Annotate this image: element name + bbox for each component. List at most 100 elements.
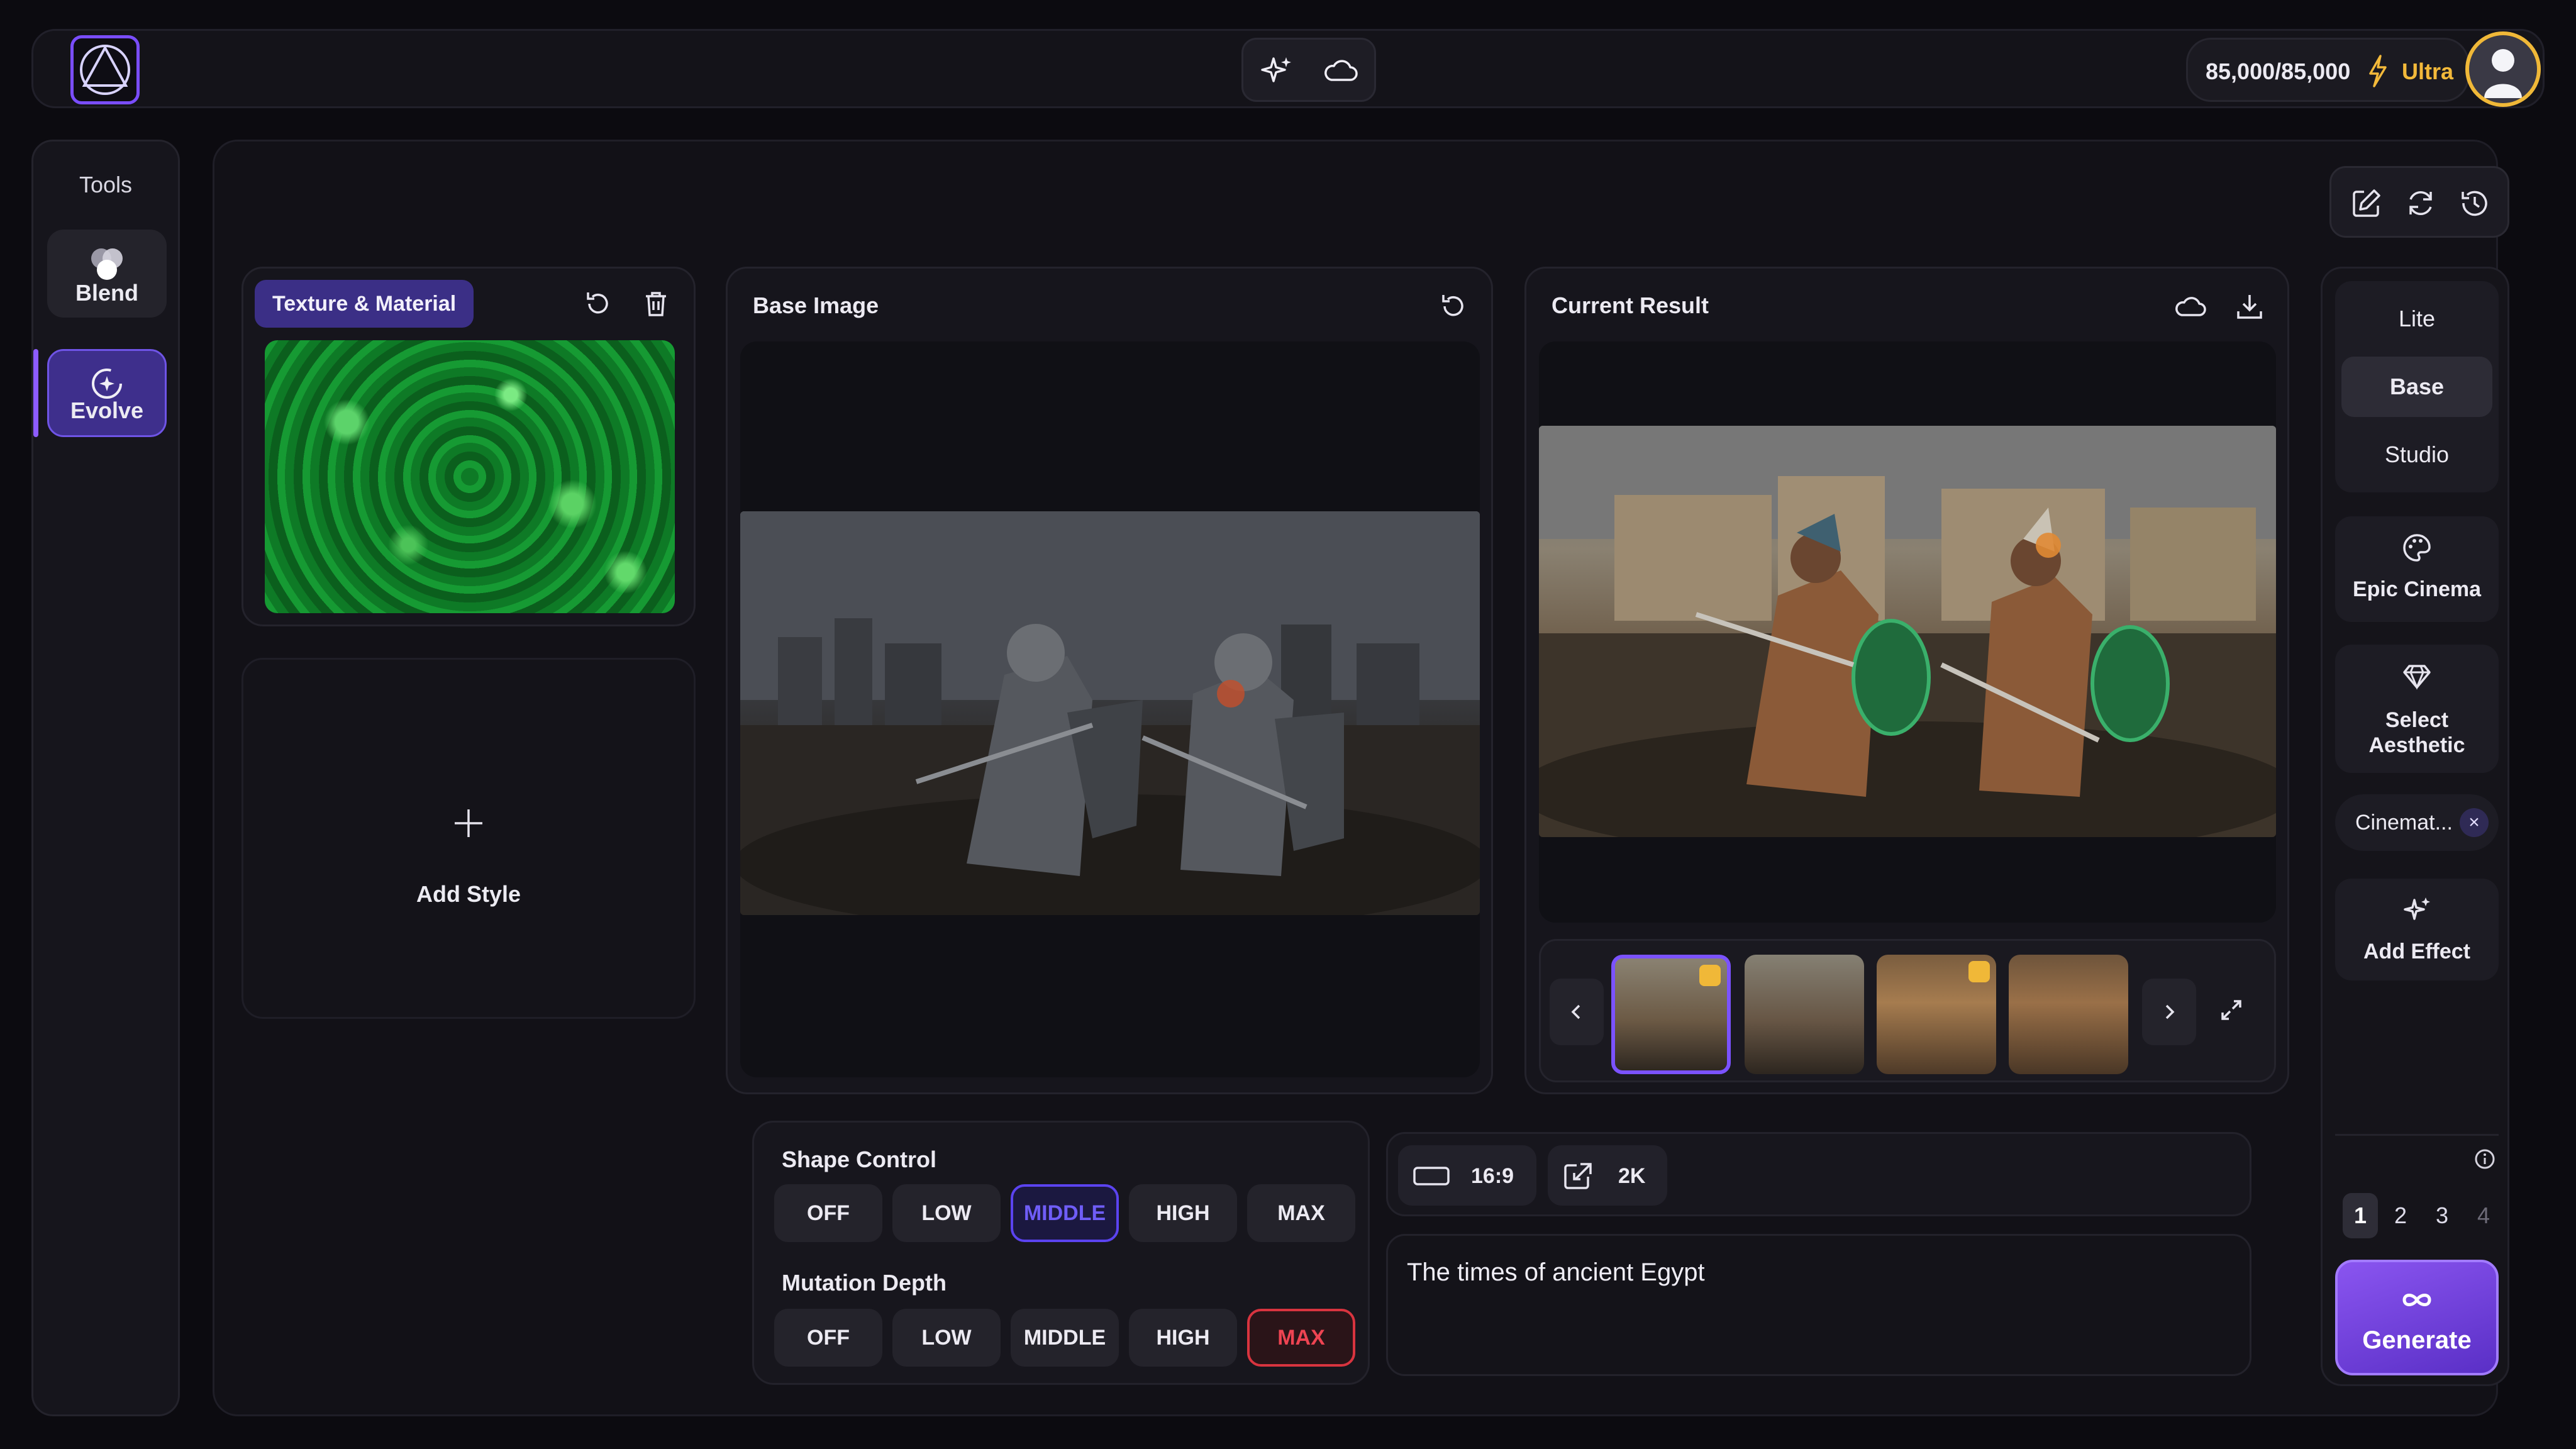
shape-option-off[interactable]: OFF	[774, 1184, 882, 1242]
base-image-title: Base Image	[753, 292, 879, 318]
quality-lite[interactable]: Lite	[2341, 289, 2492, 349]
mutation-option-off[interactable]: OFF	[774, 1309, 882, 1367]
shape-option-low[interactable]: LOW	[892, 1184, 1001, 1242]
generation-controls: Shape Control OFF LOW MIDDLE HIGH MAX Mu…	[752, 1121, 1370, 1385]
tool-evolve[interactable]: Evolve	[47, 349, 167, 437]
shape-option-high[interactable]: HIGH	[1129, 1184, 1237, 1242]
trash-icon[interactable]	[640, 287, 672, 320]
diamond-icon	[2335, 660, 2499, 692]
next-button[interactable]	[2142, 979, 2196, 1045]
page-4[interactable]: 4	[2466, 1193, 2501, 1238]
current-result-card: Current Result	[1524, 267, 2289, 1094]
right-sidebar: Lite Base Studio Epic Cinema Select Aest…	[2321, 267, 2509, 1386]
infinity-icon	[2338, 1287, 2496, 1313]
mutation-option-high[interactable]: HIGH	[1129, 1309, 1237, 1367]
lightning-icon	[2365, 53, 2390, 89]
sparkles-icon	[2335, 894, 2499, 926]
credits-count: 85,000/85,000	[2206, 58, 2351, 84]
cinematic-chip[interactable]: Cinemat... ×	[2335, 794, 2499, 851]
style-label: Epic Cinema	[2352, 577, 2482, 601]
result-thumbnail[interactable]	[2009, 955, 2128, 1074]
expand-icon[interactable]	[2218, 996, 2245, 1024]
quality-selector: Lite Base Studio	[2335, 281, 2499, 492]
shape-control-title: Shape Control	[782, 1146, 937, 1172]
resolution-value: 2K	[1618, 1164, 1646, 1188]
texture-card: Texture & Material	[242, 267, 696, 626]
select-aesthetic-label-line2: Aesthetic	[2368, 733, 2465, 757]
result-thumbnail[interactable]	[1877, 955, 1996, 1074]
style-button[interactable]: Epic Cinema	[2335, 516, 2499, 622]
tools-title: Tools	[79, 172, 133, 197]
user-avatar[interactable]	[2465, 31, 2541, 107]
download-icon[interactable]	[2233, 290, 2266, 323]
select-aesthetic-button[interactable]: Select Aesthetic	[2335, 645, 2499, 773]
chevron-right-icon	[2165, 1004, 2175, 1019]
app-logo[interactable]	[70, 35, 140, 104]
tool-blend-label: Blend	[75, 280, 138, 306]
palette-icon	[2335, 531, 2499, 564]
ai-badge-icon	[1699, 965, 1721, 986]
page-2[interactable]: 2	[2383, 1193, 2418, 1238]
tool-evolve-label: Evolve	[70, 397, 144, 423]
edit-icon[interactable]	[2349, 186, 2384, 221]
history-icon[interactable]	[2457, 186, 2492, 221]
result-image-frame[interactable]	[1539, 341, 2276, 923]
reset-icon[interactable]	[1437, 290, 1470, 323]
cloud-icon[interactable]	[1321, 53, 1359, 89]
reset-icon[interactable]	[582, 287, 614, 320]
divider	[2335, 1134, 2499, 1136]
quality-studio[interactable]: Studio	[2341, 425, 2492, 485]
add-style-card[interactable]: Add Style	[242, 658, 696, 1019]
page-selector: 1 2 3 4	[2335, 1187, 2499, 1245]
mode-switch	[1241, 38, 1376, 102]
credits-badge[interactable]: 85,000/85,000 Ultra	[2186, 38, 2469, 102]
resolution-button[interactable]: 2K	[1548, 1145, 1667, 1206]
add-effect-label: Add Effect	[2363, 940, 2470, 963]
tier-label: Ultra	[2402, 58, 2454, 84]
aspect-ratio-value: 16:9	[1471, 1164, 1514, 1188]
select-aesthetic-label-line1: Select	[2385, 708, 2449, 732]
add-style-label: Add Style	[416, 881, 521, 907]
mutation-option-middle[interactable]: MIDDLE	[1011, 1309, 1119, 1367]
mutation-option-low[interactable]: LOW	[892, 1309, 1001, 1367]
result-thumbnail[interactable]	[1611, 955, 1731, 1074]
triangle-logo-icon	[80, 45, 130, 95]
tool-blend[interactable]: Blend	[47, 230, 167, 318]
page-3[interactable]: 3	[2424, 1193, 2460, 1238]
sparkle-icon[interactable]	[1258, 53, 1294, 89]
page-1[interactable]: 1	[2343, 1193, 2378, 1238]
active-tool-indicator	[33, 349, 38, 437]
base-image-card: Base Image	[726, 267, 1493, 1094]
prompt-text[interactable]: The times of ancient Egypt	[1407, 1258, 1705, 1287]
generate-label: Generate	[2362, 1326, 2472, 1354]
result-thumbnail-strip	[1539, 939, 2276, 1082]
cloud-icon[interactable]	[2173, 290, 2208, 323]
previous-button[interactable]	[1550, 979, 1604, 1045]
add-effect-button[interactable]: Add Effect	[2335, 879, 2499, 980]
workspace-toolbar	[2329, 166, 2509, 238]
close-icon[interactable]: ×	[2460, 808, 2489, 837]
result-image	[1539, 426, 2276, 837]
shape-option-middle[interactable]: MIDDLE	[1011, 1184, 1119, 1242]
current-result-title: Current Result	[1552, 292, 1709, 318]
refresh-icon[interactable]	[2403, 186, 2438, 221]
shape-option-max[interactable]: MAX	[1247, 1184, 1355, 1242]
user-icon	[2484, 49, 2522, 98]
aspect-ratio-button[interactable]: 16:9	[1398, 1145, 1536, 1206]
info-icon[interactable]	[2473, 1148, 2496, 1170]
texture-image[interactable]	[265, 340, 675, 613]
base-image	[740, 511, 1480, 915]
base-image-frame[interactable]	[740, 341, 1480, 1077]
prompt-input[interactable]: The times of ancient Egypt	[1386, 1234, 2251, 1376]
output-parameters: 16:9 2K	[1386, 1132, 2251, 1216]
mutation-option-max[interactable]: MAX	[1247, 1309, 1355, 1367]
texture-material-chip[interactable]: Texture & Material	[255, 280, 474, 328]
generate-button[interactable]: Generate	[2335, 1260, 2499, 1375]
tools-sidebar: Tools Blend Evolve	[31, 140, 180, 1416]
quality-base[interactable]: Base	[2341, 357, 2492, 417]
result-thumbnail[interactable]	[1745, 955, 1864, 1074]
mutation-depth-title: Mutation Depth	[782, 1270, 947, 1296]
aspect-ratio-icon	[1412, 1160, 1451, 1191]
ai-badge-icon	[1968, 961, 1990, 982]
resize-icon	[1562, 1160, 1596, 1192]
